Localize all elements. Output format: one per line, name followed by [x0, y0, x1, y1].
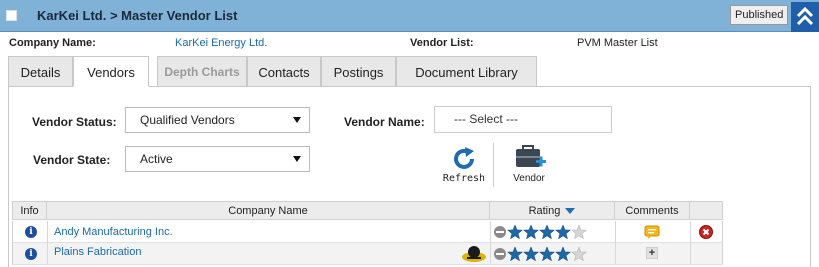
page-title: KarKei Ltd. > Master Vendor List: [37, 8, 238, 23]
vendor-label: Vendor: [513, 173, 545, 184]
column-company-name[interactable]: Company Name: [47, 202, 490, 220]
star-filled-icon[interactable]: [555, 247, 571, 261]
tab-contacts[interactable]: Contacts: [247, 56, 321, 87]
rating-stars[interactable]: [493, 247, 593, 261]
star-empty-icon[interactable]: [571, 247, 587, 261]
tab-vendors[interactable]: Vendors: [73, 56, 149, 87]
column-info: Info: [13, 202, 47, 220]
star-filled-icon[interactable]: [539, 247, 555, 261]
published-button[interactable]: Published: [730, 5, 789, 25]
action-divider: [493, 143, 494, 187]
add-comment-button[interactable]: +: [646, 247, 658, 259]
refresh-button[interactable]: Refresh: [440, 146, 488, 184]
sort-desc-icon: [565, 208, 576, 215]
star-filled-icon[interactable]: [523, 247, 539, 261]
vendor-state-label: Vendor State:: [33, 153, 111, 167]
vendor-state-value: Active: [140, 152, 173, 166]
star-filled-icon[interactable]: [539, 225, 555, 239]
table-header: Info Company Name Rating Comments: [12, 201, 723, 220]
add-vendor-button[interactable]: Vendor: [505, 145, 553, 184]
add-vendor-icon: [516, 145, 546, 167]
tab-details[interactable]: Details: [8, 56, 73, 87]
company-name-link[interactable]: KarKei Energy Ltd.: [175, 37, 267, 49]
vendor-name-label: Vendor Name:: [344, 115, 425, 129]
star-filled-icon[interactable]: [507, 247, 523, 261]
vendor-list-label: Vendor List:: [410, 37, 474, 49]
double-chevron-up-icon: [796, 7, 814, 26]
star-filled-icon[interactable]: [555, 225, 571, 239]
company-name-label: Company Name:: [9, 37, 96, 49]
star-empty-icon[interactable]: [571, 225, 587, 239]
vendor-name-select[interactable]: --- Select ---: [434, 106, 612, 133]
refresh-icon: [454, 147, 474, 169]
table-row: i Plains Fabrication +: [12, 243, 723, 265]
vendor-status-label: Vendor Status:: [32, 115, 117, 129]
column-rating-label: Rating: [528, 205, 561, 217]
column-comments: Comments: [615, 202, 690, 220]
tab-postings[interactable]: Postings: [321, 56, 396, 87]
comment-note-icon[interactable]: [644, 225, 660, 239]
info-icon[interactable]: i: [25, 248, 37, 260]
table-row: i Andy Manufacturing Inc.: [12, 221, 723, 243]
collapse-button[interactable]: [791, 2, 819, 32]
column-rating[interactable]: Rating: [490, 202, 615, 220]
select-checkbox[interactable]: [6, 10, 17, 21]
dropdown-arrow-icon: [293, 156, 301, 162]
tab-document-library[interactable]: Document Library: [396, 56, 537, 87]
company-name-cell[interactable]: Plains Fabrication: [54, 241, 141, 263]
vendor-status-value: Qualified Vendors: [140, 113, 235, 127]
star-filled-icon[interactable]: [507, 225, 523, 239]
vendor-status-select[interactable]: Qualified Vendors: [125, 107, 310, 133]
rating-stars[interactable]: [493, 225, 593, 239]
vendor-state-select[interactable]: Active: [125, 146, 310, 172]
star-filled-icon[interactable]: [523, 225, 539, 239]
vendor-badge-icon: [462, 246, 486, 262]
info-row: Company Name: KarKei Energy Ltd. Vendor …: [0, 37, 819, 53]
vendor-list-value: PVM Master List: [577, 37, 658, 49]
tab-depth-charts: Depth Charts: [157, 56, 247, 87]
dropdown-arrow-icon: [293, 117, 301, 123]
company-name-cell[interactable]: Andy Manufacturing Inc.: [54, 221, 173, 243]
remove-icon[interactable]: [699, 225, 713, 239]
info-icon[interactable]: i: [25, 226, 37, 238]
title-bar: KarKei Ltd. > Master Vendor List Publish…: [0, 0, 819, 32]
refresh-label: Refresh: [442, 173, 486, 184]
column-actions: [690, 202, 722, 220]
